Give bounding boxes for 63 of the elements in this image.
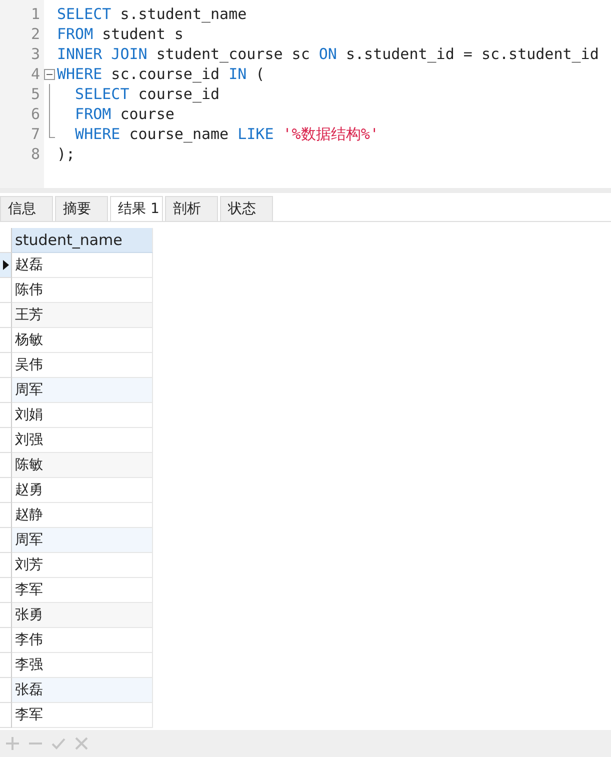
row-marker[interactable] [0,553,12,578]
table-cell: 赵磊 [12,253,153,278]
line-number: 5 [30,85,41,103]
tab[interactable]: 剖析 [165,196,218,221]
tab[interactable]: 信息 [0,196,53,221]
row-marker[interactable] [0,478,12,503]
row-marker[interactable] [0,378,12,403]
row-marker[interactable] [0,603,12,628]
table-cell: 杨敏 [12,328,153,353]
code-line: FROM student s [57,25,184,43]
row-marker[interactable] [0,703,12,728]
row-marker[interactable] [0,278,12,303]
table-cell: 李军 [12,578,153,603]
table-cell: 张勇 [12,603,153,628]
code-line: INNER JOIN student_course sc ON s.student_id = sc.student_id [57,45,599,63]
table-cell: 赵勇 [12,478,153,503]
code-line: SELECT s.student_name [57,5,247,23]
line-number: 6 [30,105,41,123]
table-cell: 李伟 [12,628,153,653]
line-number: 3 [30,45,41,63]
row-marker[interactable] [0,653,12,678]
table-cell: 周军 [12,378,153,403]
line-number: 1 [30,5,41,23]
collapse-icon[interactable] [44,69,55,80]
table-cell: 吴伟 [12,353,153,378]
row-marker[interactable] [0,453,12,478]
column-header[interactable]: student_name [12,228,153,253]
row-marker[interactable] [0,328,12,353]
row-marker[interactable] [0,403,12,428]
fold-end-line [49,124,55,138]
table-cell: 陈伟 [12,278,153,303]
tab[interactable]: 摘要 [55,196,108,221]
table-cell: 李强 [12,653,153,678]
code-line: WHERE course_name LIKE '%数据结构%' [74,124,379,144]
line-number: 4 [30,65,41,83]
line-number: 2 [30,25,41,43]
row-marker[interactable] [0,353,12,378]
table-cell: 张磊 [12,678,153,703]
row-marker[interactable] [0,678,12,703]
table-cell: 李军 [12,703,153,728]
table-cell: 赵静 [12,503,153,528]
row-marker[interactable] [0,253,12,278]
current-row-icon [2,260,8,270]
table-cell: 王芳 [12,303,153,328]
row-marker[interactable] [0,578,12,603]
code-line: ); [57,145,76,163]
table-cell: 刘强 [12,428,153,453]
table-cell: 陈敏 [12,453,153,478]
row-marker[interactable] [0,528,12,553]
line-number: 8 [30,145,41,163]
row-marker[interactable] [0,303,12,328]
code-line: FROM course [74,105,174,123]
row-marker[interactable] [0,428,12,453]
code-line: SELECT course_id [74,85,220,103]
table-cell: 刘娟 [12,403,153,428]
row-marker[interactable] [0,628,12,653]
code-line: WHERE sc.course_id IN ( [57,65,265,83]
tab[interactable]: 结果 1 [110,196,163,221]
table-cell: 周军 [12,528,153,553]
line-number: 7 [30,125,41,143]
table-cell: 刘芳 [12,553,153,578]
row-marker[interactable] [0,503,12,528]
tab[interactable]: 状态 [220,196,273,221]
